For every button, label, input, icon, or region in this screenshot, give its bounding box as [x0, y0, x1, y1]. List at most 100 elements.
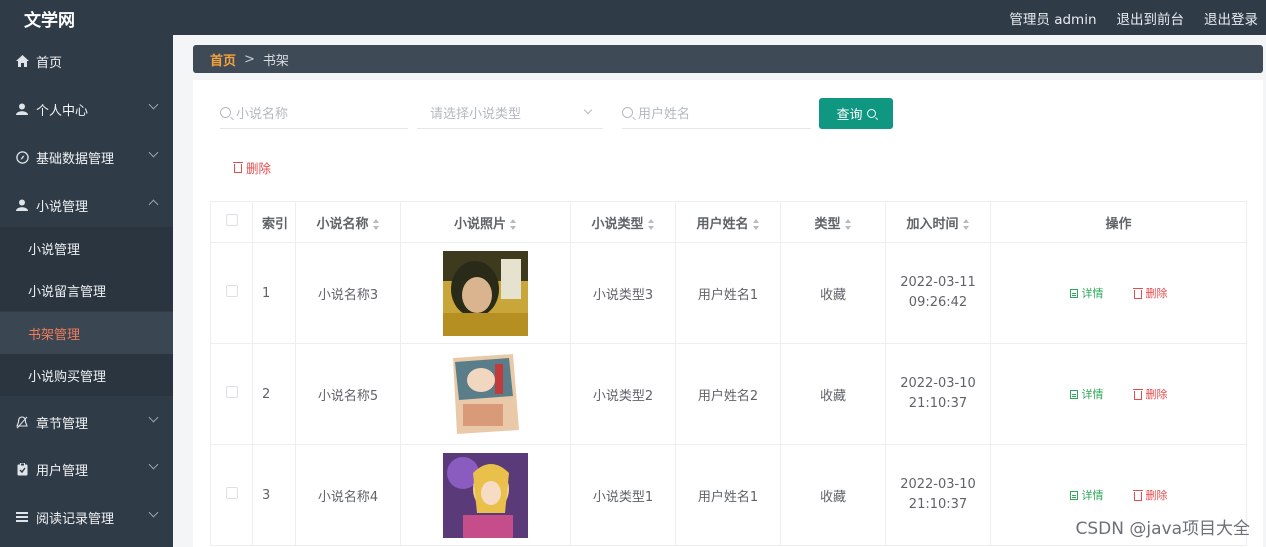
delete-button[interactable]: 删除: [1132, 285, 1168, 301]
compass-icon: [15, 150, 29, 164]
row-index: 2: [252, 343, 296, 445]
sort-icon[interactable]: [752, 218, 760, 230]
logout-link[interactable]: 退出登录: [1204, 8, 1258, 28]
exit-to-front-link[interactable]: 退出到前台: [1117, 8, 1185, 28]
col-header-index: 索引: [252, 201, 296, 243]
breadcrumb-separator: >: [244, 51, 255, 67]
col-header-time[interactable]: 加入时间: [885, 201, 991, 243]
sidebar-subitem-novel-comments[interactable]: 小说留言管理: [0, 269, 173, 311]
detail-button[interactable]: 详情: [1069, 285, 1104, 301]
row-added-time: 2022-03-11 09:26:42: [885, 242, 991, 344]
breadcrumb-home[interactable]: 首页: [210, 50, 236, 69]
sidebar-item-home[interactable]: 首页: [0, 38, 173, 84]
row-type: 收藏: [780, 343, 886, 445]
user-name-search-input[interactable]: 用户姓名: [622, 97, 811, 129]
document-icon: [1069, 288, 1078, 298]
select-all-checkbox[interactable]: [210, 201, 253, 243]
sidebar-item-user-management[interactable]: 用户管理: [0, 446, 173, 492]
row-operations: 详情 删除: [990, 343, 1247, 445]
home-icon: [15, 54, 29, 68]
search-button[interactable]: 查询: [819, 98, 893, 129]
col-header-type[interactable]: 类型: [780, 201, 886, 243]
bookshelf-panel: 小说名称 请选择小说类型 用户姓名 查询 删除 索引 小说名称 小说照片 小说类…: [193, 80, 1263, 547]
sidebar-item-label: 阅读记录管理: [36, 511, 115, 527]
bulk-delete-button[interactable]: 删除: [233, 158, 271, 177]
chevron-down-icon: [148, 99, 159, 110]
row-novel-type: 小说类型2: [570, 343, 676, 445]
table-header-row: 索引 小说名称 小说照片 小说类型 用户姓名 类型 加入时间 操作: [210, 201, 1247, 243]
trash-icon: [1132, 287, 1143, 299]
row-novel-name: 小说名称5: [295, 343, 401, 445]
sidebar-subitem-label: 书架管理: [28, 327, 81, 343]
col-header-label: 小说名称: [316, 216, 369, 232]
col-header-ops: 操作: [990, 201, 1247, 243]
trash-icon: [1132, 388, 1143, 400]
row-checkbox[interactable]: [210, 444, 253, 546]
search-icon: [220, 107, 231, 118]
detail-button[interactable]: 详情: [1069, 386, 1104, 402]
user-icon: [15, 198, 29, 212]
sidebar-subitem-novel-purchase[interactable]: 小说购买管理: [0, 354, 173, 396]
row-index: 3: [252, 444, 296, 546]
breadcrumb: 首页 > 书架: [193, 45, 1263, 73]
sidebar-subitem-bookshelf[interactable]: 书架管理: [0, 312, 173, 354]
sidebar-item-label: 章节管理: [36, 416, 89, 432]
row-checkbox[interactable]: [210, 242, 253, 344]
novel-type-select[interactable]: 请选择小说类型: [417, 97, 603, 129]
document-icon: [1069, 490, 1078, 500]
clipboard-icon: [15, 462, 29, 476]
sidebar-subitem-label: 小说留言管理: [28, 284, 107, 300]
sidebar-item-chapter-management[interactable]: 章节管理: [0, 399, 173, 445]
detail-label: 详情: [1081, 287, 1104, 300]
col-header-name[interactable]: 小说名称: [295, 201, 401, 243]
sidebar-subitem-novel-management[interactable]: 小说管理: [0, 227, 173, 269]
sidebar-item-basic-data[interactable]: 基础数据管理: [0, 134, 173, 180]
sidebar-subitem-label: 小说管理: [28, 242, 81, 258]
col-header-label: 加入时间: [906, 216, 959, 232]
col-header-label: 小说照片: [453, 216, 506, 232]
row-novel-photo: [400, 343, 571, 445]
chevron-down-icon: [148, 507, 159, 518]
list-icon: [15, 510, 29, 524]
col-header-novel-type[interactable]: 小说类型: [570, 201, 676, 243]
row-type: 收藏: [780, 242, 886, 344]
sidebar-item-label: 用户管理: [36, 463, 89, 479]
delete-button[interactable]: 删除: [1132, 386, 1168, 402]
breadcrumb-current: 书架: [262, 53, 289, 69]
col-header-label: 类型: [814, 216, 841, 232]
detail-label: 详情: [1081, 489, 1104, 502]
row-novel-photo: [400, 444, 571, 546]
watermark: CSDN @java项目大全: [1075, 519, 1251, 539]
sidebar-item-personal-center[interactable]: 个人中心: [0, 86, 173, 132]
novel-name-search-input[interactable]: 小说名称: [220, 97, 408, 129]
sort-icon[interactable]: [372, 218, 380, 230]
user-icon: [15, 102, 29, 116]
col-header-user[interactable]: 用户姓名: [675, 201, 781, 243]
row-user-name: 用户姓名2: [675, 343, 781, 445]
app-title: 文学网: [24, 11, 75, 31]
chevron-down-icon: [148, 147, 159, 158]
sidebar-item-label: 个人中心: [36, 103, 89, 119]
delete-button[interactable]: 删除: [1132, 487, 1168, 503]
row-novel-name: 小说名称3: [295, 242, 401, 344]
sidebar-item-reading-records[interactable]: 阅读记录管理: [0, 494, 173, 540]
novel-cover-image: [443, 250, 528, 336]
row-added-time: 2022-03-10 21:10:37: [885, 343, 991, 445]
sidebar-subitem-label: 小说购买管理: [28, 369, 107, 385]
col-header-photo[interactable]: 小说照片: [400, 201, 571, 243]
sort-icon[interactable]: [962, 218, 970, 230]
sort-icon[interactable]: [510, 218, 517, 230]
document-icon: [1069, 389, 1078, 399]
row-type: 收藏: [780, 444, 886, 546]
detail-label: 详情: [1081, 388, 1104, 401]
top-bar: 文学网 管理员 admin 退出到前台 退出登录: [0, 0, 1266, 35]
trash-icon: [233, 162, 243, 173]
novel-cover-image: [443, 452, 528, 538]
detail-button[interactable]: 详情: [1069, 487, 1104, 503]
row-checkbox[interactable]: [210, 343, 253, 445]
sort-icon[interactable]: [647, 218, 655, 230]
sidebar-item-novel-management[interactable]: 小说管理: [0, 182, 173, 228]
col-header-label: 用户姓名: [696, 216, 749, 232]
sort-icon[interactable]: [844, 218, 852, 230]
sidebar-item-label: 基础数据管理: [36, 151, 115, 167]
